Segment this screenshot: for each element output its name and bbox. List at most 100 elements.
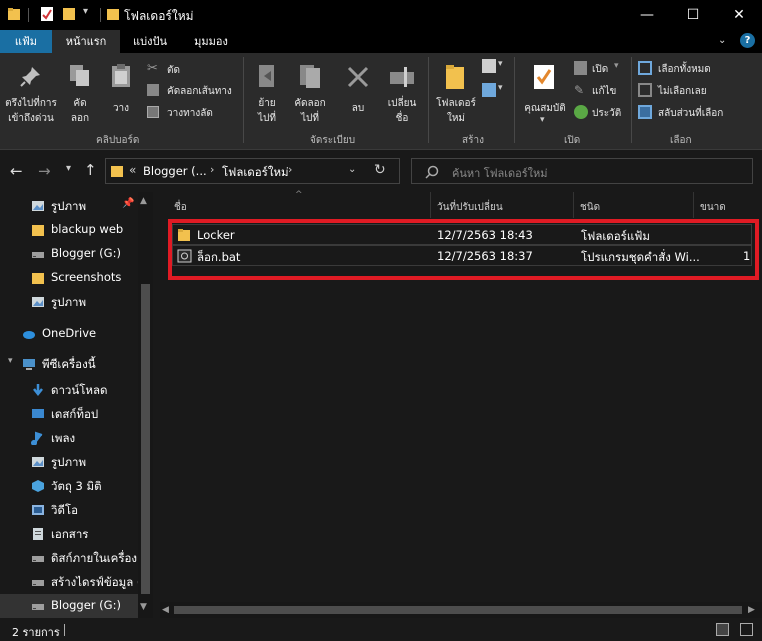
paste-shortcut-icon	[147, 106, 159, 118]
nav-item[interactable]: เอกสาร	[0, 522, 138, 546]
nav-item[interactable]: รูปภาพ 📌	[0, 194, 138, 218]
help-icon[interactable]: ?	[740, 33, 755, 48]
select-none-button[interactable]: ไม่เลือกเลย	[638, 83, 753, 101]
paste-button[interactable]: วาง	[102, 57, 140, 125]
delete-button[interactable]: ลบ	[338, 57, 378, 125]
tab-share[interactable]: แบ่งปัน	[120, 30, 180, 53]
ribbon-divider	[631, 57, 632, 143]
properties-qat-icon[interactable]	[39, 6, 55, 22]
folder-icon	[107, 9, 119, 20]
nav-item[interactable]: วัตถุ 3 มิติ	[0, 474, 138, 498]
scroll-up-icon[interactable]: ▲	[140, 196, 147, 206]
up-icon[interactable]: ↑	[84, 161, 97, 179]
recent-locations-icon[interactable]: ▾	[66, 163, 71, 174]
newfolder-label-2: ใหม่	[446, 113, 466, 124]
copy-button[interactable]: คัด ลอก	[62, 57, 98, 125]
nav-item[interactable]: รูปภาพ	[0, 450, 138, 474]
address-history-icon[interactable]: ⌄	[348, 164, 356, 175]
breadcrumb-drive[interactable]: Blogger (...	[143, 164, 207, 178]
refresh-icon[interactable]: ↻	[374, 162, 386, 178]
history-button[interactable]: ประวัติ	[574, 105, 624, 123]
chevron-down-icon: ▾	[498, 83, 503, 93]
edit-button[interactable]: ✎ แก้ไข	[574, 83, 624, 101]
scroll-down-icon[interactable]: ▼	[140, 602, 147, 612]
rename-button[interactable]: เปลี่ยน ชื่อ	[382, 57, 422, 125]
nav-item[interactable]: วิดีโอ	[0, 498, 138, 522]
pin-quick-access-button[interactable]: ตรึงไปที่การ เข้าถึงด่วน	[4, 57, 58, 125]
cut-button[interactable]: ✂ ตัด	[147, 61, 237, 79]
back-icon[interactable]: ←	[10, 162, 23, 180]
nav-item[interactable]: สร้างไดรฟ์ข้อมูล (D	[0, 570, 150, 594]
nav-scrollbar[interactable]: ▲ ▼	[138, 192, 153, 618]
nav-item[interactable]: พีซีเครื่องนี้ ▾	[0, 352, 138, 376]
drive-icon	[32, 580, 44, 586]
maximize-button[interactable]: ☐	[670, 0, 716, 30]
nav-item[interactable]: Blogger (G:)	[0, 242, 138, 266]
column-header-size[interactable]: ขนาด	[700, 200, 726, 215]
nav-item[interactable]: blackup web	[0, 218, 138, 242]
easy-access-button[interactable]: ▾	[482, 83, 506, 101]
pictures-icon	[32, 201, 44, 211]
overflow-chevron[interactable]: «	[129, 163, 136, 177]
column-header-modified[interactable]: วันที่ปรับเปลี่ยน	[437, 200, 503, 215]
select-all-button[interactable]: เลือกทั้งหมด	[638, 61, 753, 79]
easy-access-icon	[482, 83, 496, 97]
copy-to-button[interactable]: คัดลอก ไปที่	[290, 57, 330, 125]
new-item-button[interactable]: ▾	[482, 59, 506, 77]
column-separator[interactable]	[693, 192, 694, 218]
qat-dropdown-icon[interactable]: ▾	[83, 6, 88, 17]
column-header-type[interactable]: ชนิด	[580, 200, 600, 215]
breadcrumb-separator-icon[interactable]: ›	[288, 163, 292, 176]
nav-item-label: Blogger (G:)	[51, 598, 121, 612]
column-header-name[interactable]: ชื่อ	[174, 200, 187, 215]
tab-home[interactable]: หน้าแรก	[52, 30, 120, 53]
scroll-right-icon[interactable]: ▶	[748, 605, 755, 615]
details-view-icon[interactable]	[716, 623, 729, 636]
nav-item[interactable]: OneDrive	[0, 322, 138, 346]
address-bar[interactable]: « Blogger (... › โฟลเดอร์ใหม่ › ⌄ ↻	[105, 158, 400, 184]
search-box[interactable]: ค้นหา โฟลเดอร์ใหม่	[411, 158, 753, 184]
tab-view[interactable]: มุมมอง	[180, 30, 242, 53]
new-folder-qat-icon[interactable]	[62, 6, 76, 22]
scroll-left-icon[interactable]: ◀	[162, 605, 169, 615]
breadcrumb-current[interactable]: โฟลเดอร์ใหม่	[222, 164, 289, 182]
horizontal-scroll-thumb[interactable]	[174, 606, 742, 614]
nav-item[interactable]: เพลง	[0, 426, 138, 450]
column-separator[interactable]	[430, 192, 431, 218]
music-icon	[31, 431, 43, 445]
paste-icon	[112, 64, 130, 87]
move-to-button[interactable]: ย้าย ไปที่	[250, 57, 284, 125]
horizontal-scrollbar[interactable]: ◀ ▶	[160, 602, 762, 618]
open-button[interactable]: เปิด ▾	[574, 61, 624, 79]
title-bar: ▾ โฟลเดอร์ใหม่ — ☐ ✕	[0, 0, 762, 30]
pinned-icon[interactable]: 📌	[122, 198, 134, 209]
copy-path-button[interactable]: คัดลอกเส้นทาง	[147, 82, 239, 100]
pictures-icon	[32, 457, 44, 467]
new-folder-button[interactable]: โฟลเดอร์ ใหม่	[434, 57, 478, 125]
properties-button[interactable]: คุณสมบัติ ▾	[520, 57, 570, 125]
open-group-label: เปิด	[564, 135, 581, 146]
forward-icon[interactable]: →	[38, 162, 51, 180]
expand-chevron-icon[interactable]: ▾	[8, 356, 13, 366]
nav-item[interactable]: รูปภาพ	[0, 290, 138, 314]
nav-item[interactable]: ดิสก์ภายในเครื่อง (C	[0, 546, 153, 570]
new-group-label: สร้าง	[462, 135, 484, 146]
invert-selection-icon	[638, 105, 652, 119]
nav-item[interactable]: Blogger (G:)	[0, 594, 138, 618]
ribbon-collapse-icon[interactable]: ⌄	[718, 35, 726, 46]
nav-item[interactable]: ดาวน์โหลด	[0, 378, 138, 402]
invert-selection-button[interactable]: สลับส่วนที่เลือก	[638, 105, 753, 123]
large-icons-view-icon[interactable]	[740, 623, 753, 636]
nav-item-label: Screenshots	[51, 270, 122, 284]
nav-item-label: blackup web	[51, 222, 124, 236]
cut-label: ตัด	[167, 65, 180, 76]
tab-file[interactable]: แฟ้ม	[0, 30, 52, 53]
select-all-label: เลือกทั้งหมด	[658, 64, 711, 75]
close-button[interactable]: ✕	[716, 0, 762, 30]
column-separator[interactable]	[573, 192, 574, 218]
minimize-button[interactable]: —	[624, 0, 670, 30]
nav-item[interactable]: Screenshots	[0, 266, 138, 290]
paste-shortcut-button[interactable]: วางทางลัด	[147, 104, 237, 122]
nav-item[interactable]: เดสก์ท็อป	[0, 402, 138, 426]
scroll-thumb[interactable]	[141, 284, 150, 594]
